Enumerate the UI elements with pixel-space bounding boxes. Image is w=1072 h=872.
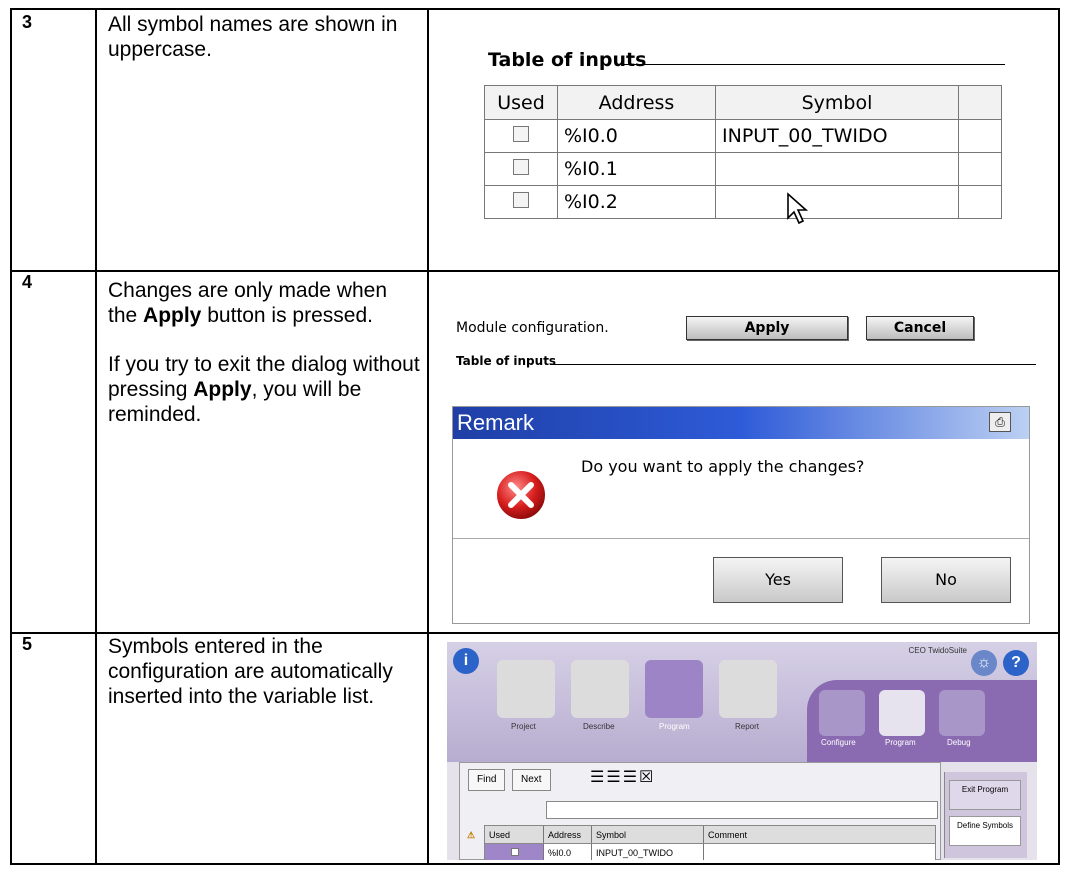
no-button[interactable]: No [881,557,1011,603]
configure-icon[interactable] [819,690,865,736]
exit-program-button[interactable]: Exit Program [949,780,1021,810]
column-header [958,85,1002,120]
address-cell: %I0.0 [557,119,716,153]
used-checkbox[interactable] [513,192,529,208]
extra-cell [958,152,1002,186]
define-symbols-button[interactable]: Define Symbols [949,816,1021,846]
inputs-table-screenshot: Table of inputs Used Address Symbol %I0.… [478,40,1005,250]
next-button[interactable]: Next [512,769,551,791]
globe-icon[interactable]: ☼ [971,650,997,676]
used-cell[interactable] [485,844,543,860]
tab-report[interactable] [719,660,777,718]
table-row: %I0.0 INPUT_00_TWIDO [484,119,1002,153]
column-header: Address [543,826,591,844]
extra-cell [958,119,1002,153]
row-divider [12,270,1058,272]
used-checkbox[interactable] [513,126,529,142]
dialog-title-bar: Remark ⎙ [453,407,1029,439]
extra-cell [958,185,1002,219]
column-divider [427,10,429,863]
step-number: 5 [22,634,33,654]
title-rule [550,364,1036,365]
column-header: Used [489,830,511,840]
side-panel: Exit Program Define Symbols [944,772,1027,858]
dialog-separator [453,538,1029,539]
step-text: Symbols entered in the configuration are… [108,635,393,708]
symbol-cell[interactable] [715,152,959,186]
tab-describe[interactable] [571,660,629,718]
remark-dialog: Remark ⎙ Do you want to apply the change… [452,406,1030,624]
tab-label: Program [659,722,690,731]
error-icon [495,469,547,521]
step-description: Symbols entered in the configuration are… [108,634,420,733]
list-header-row: ⚠ Used Address Symbol Comment [467,825,936,845]
column-header: Used [484,85,558,120]
step-text: All symbol names are shown in uppercase. [108,13,398,61]
filter-input[interactable] [546,801,938,819]
inputs-grid: Used Address Symbol %I0.0 INPUT_00_TWIDO… [484,85,1002,219]
variable-list-screenshot: i CEO TwidoSuite ☼ ? Project Describe Pr… [447,642,1037,860]
used-cell[interactable] [484,119,558,153]
step-number: 3 [22,12,33,32]
step-paragraph: If you try to exit the dialog without pr… [108,352,420,427]
tab-project[interactable] [497,660,555,718]
tree-tools-icon[interactable]: ☰☰☰☒ [590,767,655,787]
address-cell: %I0.0 [543,844,591,860]
table-row[interactable]: %I0.0 INPUT_00_TWIDO [484,843,936,860]
warning-icon: ⚠ [467,830,476,840]
tab-program[interactable] [645,660,703,718]
used-checkbox[interactable] [511,848,519,856]
column-header: Symbol [715,85,959,120]
step-description: Changes are only made when the Apply but… [108,278,420,451]
column-header: Address [557,85,716,120]
step-description: All symbol names are shown in uppercase. [108,12,420,86]
comment-cell[interactable] [703,844,935,860]
yes-button[interactable]: Yes [713,557,843,603]
dialog-message: Do you want to apply the changes? [581,457,865,476]
symbol-cell[interactable]: INPUT_00_TWIDO [591,844,703,860]
address-cell: %I0.2 [557,185,716,219]
used-cell[interactable] [484,185,558,219]
table-title: Table of inputs [488,49,647,71]
dialog-title: Remark [457,410,535,435]
tab-label: Program [885,738,916,747]
tab-label: Configure [821,738,856,747]
debug-icon[interactable] [939,690,985,736]
info-icon[interactable]: i [453,648,479,674]
tab-label: Debug [947,738,971,747]
tab-label: Project [511,722,536,731]
table-row: %I0.2 [484,185,1002,219]
tab-label: Describe [583,722,615,731]
app-brand: CEO TwidoSuite [908,646,967,655]
apply-dialog-screenshot: Module configuration. Apply Cancel Table… [446,310,1036,624]
program-icon[interactable] [879,690,925,736]
apply-keyword: Apply [143,304,202,327]
column-header: Comment [703,826,935,844]
text-fragment: button is pressed. [201,304,373,327]
apply-button[interactable]: Apply [686,316,848,340]
used-checkbox[interactable] [513,159,529,175]
help-icon[interactable]: ? [1003,650,1029,676]
variable-list-panel: Find Next ☰☰☰☒ ⚠ Used Address Symbol Com… [459,762,941,860]
header-row: Used Address Symbol [484,85,1002,120]
apply-keyword: Apply [193,378,252,401]
tab-label: Report [735,722,760,731]
address-cell: %I0.1 [557,152,716,186]
step-number: 4 [22,272,33,292]
title-rule [624,64,1005,65]
symbol-cell[interactable]: INPUT_00_TWIDO [715,119,959,153]
module-config-label: Module configuration. [456,320,609,336]
print-icon[interactable]: ⎙ [989,412,1011,432]
column-divider [95,10,97,863]
step-paragraph: Changes are only made when the Apply but… [108,278,420,328]
symbol-cell[interactable] [715,185,959,219]
table-row: %I0.1 [484,152,1002,186]
column-header: Symbol [591,826,703,844]
used-cell[interactable] [484,152,558,186]
cancel-button[interactable]: Cancel [866,316,974,340]
find-button[interactable]: Find [468,769,506,791]
mouse-pointer-icon [787,192,809,225]
table-of-inputs-label: Table of inputs [456,354,557,368]
